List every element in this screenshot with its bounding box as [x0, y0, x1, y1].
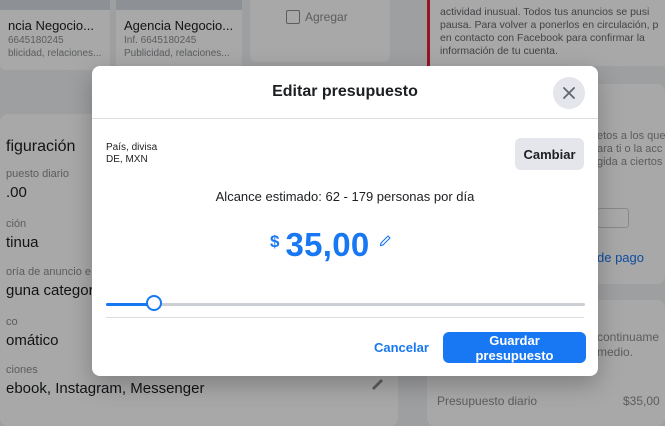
header-divider — [92, 118, 598, 119]
dialog-title: Editar presupuesto — [272, 83, 418, 100]
edit-pencil-icon[interactable] — [378, 234, 392, 248]
budget-slider[interactable] — [106, 293, 585, 315]
cancel-button[interactable]: Cancelar — [374, 340, 429, 355]
budget-value[interactable]: 35,00 — [285, 226, 369, 264]
save-budget-button[interactable]: Guardar presupuesto — [443, 332, 586, 363]
country-currency-label: País, divisa — [106, 142, 158, 153]
close-icon — [563, 87, 575, 99]
country-currency-value: DE, MXN — [106, 154, 148, 165]
slider-thumb[interactable] — [145, 295, 162, 311]
slider-track[interactable] — [106, 303, 585, 306]
close-button[interactable] — [553, 77, 585, 109]
currency-symbol: $ — [270, 232, 280, 251]
estimated-reach: Alcance estimado: 62 - 179 personas por … — [215, 189, 475, 204]
change-currency-button[interactable]: Cambiar — [515, 138, 584, 170]
budget-amount[interactable]: $ 35,00 — [270, 226, 392, 264]
edit-budget-dialog: Editar presupuesto País, divisa DE, MXN … — [92, 66, 598, 376]
footer-divider — [106, 317, 584, 318]
